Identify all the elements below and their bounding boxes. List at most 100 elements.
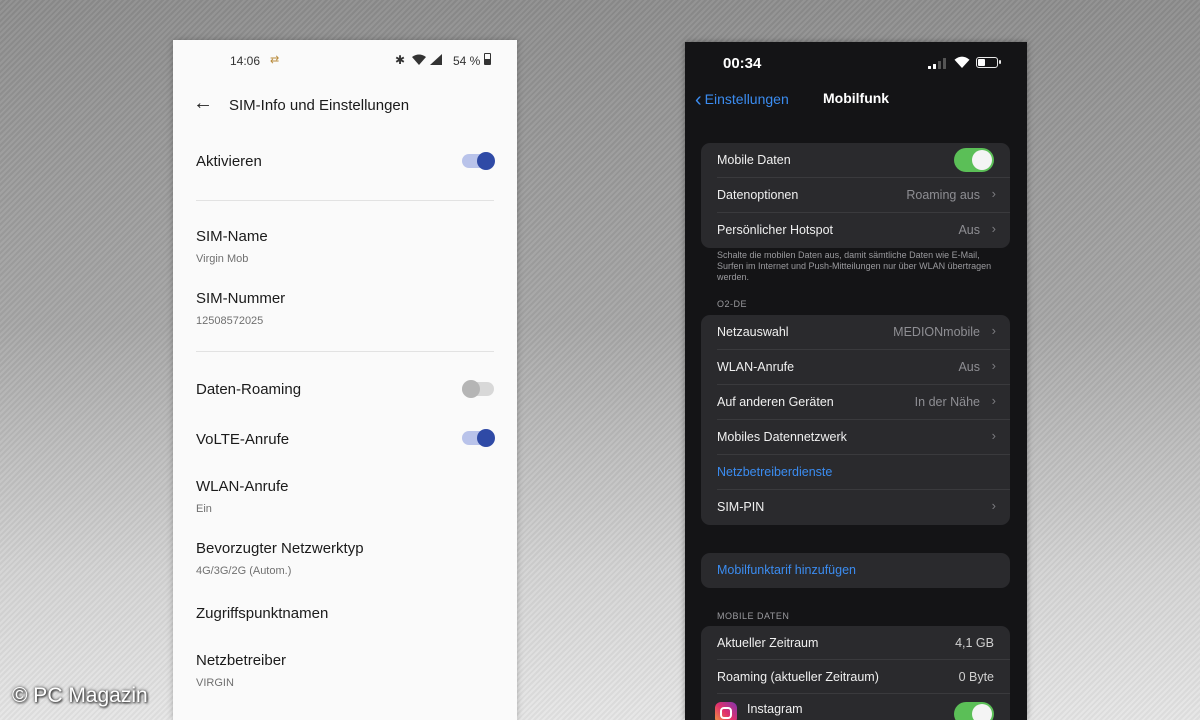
- chevron-right-icon: ›: [991, 358, 996, 373]
- status-time: 00:34: [723, 55, 762, 72]
- volte-row[interactable]: VoLTE-Anrufe: [196, 431, 496, 448]
- data-options-value: Roaming aus: [906, 188, 980, 202]
- switch-knob: [972, 704, 992, 720]
- current-period-row: Aktueller Zeitraum 4,1 GB: [717, 626, 1010, 660]
- roaming-period-value: 0 Byte: [958, 670, 994, 684]
- sim-number-row[interactable]: SIM-Nummer 12508572025: [196, 290, 496, 327]
- back-button[interactable]: ‹ Einstellungen: [695, 87, 789, 111]
- carrier-section-header: O2-DE: [717, 299, 748, 309]
- chevron-left-icon: ‹: [695, 89, 702, 111]
- data-settings-group: Mobile Daten Datenoptionen Roaming aus ›…: [701, 143, 1010, 248]
- add-plan-row[interactable]: Mobilfunktarif hinzufügen: [717, 553, 1010, 588]
- mobile-data-row: Mobile Daten: [717, 143, 1010, 178]
- carrier-row[interactable]: Netzbetreiber VIRGIN: [196, 652, 496, 689]
- network-type-value: 4G/3G/2G (Autom.): [196, 565, 292, 577]
- instagram-icon: [715, 702, 737, 720]
- roaming-period-label: Roaming (aktueller Zeitraum): [717, 670, 879, 684]
- carrier-label: Netzbetreiber: [196, 652, 287, 669]
- sim-number-value: 12508572025: [196, 315, 264, 327]
- network-selection-value: MEDIONmobile: [893, 325, 980, 339]
- other-devices-label: Auf anderen Geräten: [717, 395, 834, 409]
- other-devices-value: In der Nähe: [914, 395, 980, 409]
- network-type-row[interactable]: Bevorzugter Netzwerktyp 4G/3G/2G (Autom.…: [196, 540, 496, 577]
- watermark: © PC Magazin: [12, 684, 148, 707]
- signal-bars-icon: [928, 58, 946, 69]
- back-arrow-icon[interactable]: ←: [193, 92, 213, 115]
- sim-name-row[interactable]: SIM-Name Virgin Mob: [196, 228, 496, 265]
- back-label: Einstellungen: [704, 91, 789, 107]
- network-type-label: Bevorzugter Netzwerktyp: [196, 540, 364, 557]
- battery-percent: 54 %: [453, 54, 481, 68]
- current-period-value: 4,1 GB: [955, 636, 994, 650]
- toggle-knob: [477, 429, 495, 447]
- android-sim-settings-screen: 14:06 ⇄ ✱ 54 % ← SIM-Info und Einstellun…: [173, 40, 517, 720]
- battery-icon: [976, 57, 1001, 68]
- divider: [196, 351, 494, 352]
- wifi-icon: [412, 54, 426, 65]
- signal-icon: [430, 54, 442, 65]
- sim-pin-row[interactable]: SIM-PIN ›: [717, 490, 1010, 525]
- mobile-data-network-label: Mobiles Datennetzwerk: [717, 430, 847, 444]
- wlan-calls-label: WLAN-Anrufe: [196, 478, 289, 495]
- volte-toggle[interactable]: [462, 429, 495, 447]
- network-selection-row[interactable]: Netzauswahl MEDIONmobile ›: [717, 315, 1010, 350]
- wlan-calls-row[interactable]: WLAN-Anrufe Aus ›: [717, 350, 1010, 385]
- data-options-row[interactable]: Datenoptionen Roaming aus ›: [717, 178, 1010, 213]
- notification-icon: ⇄: [270, 54, 280, 66]
- data-roaming-row[interactable]: Daten-Roaming: [196, 381, 496, 398]
- sim-name-label: SIM-Name: [196, 228, 268, 245]
- chevron-right-icon: ›: [991, 393, 996, 408]
- hotspot-value: Aus: [958, 223, 980, 237]
- current-period-label: Aktueller Zeitraum: [717, 636, 819, 650]
- status-time: 14:06: [230, 54, 261, 68]
- divider: [196, 200, 494, 201]
- mobile-data-network-row[interactable]: Mobiles Datennetzwerk ›: [717, 420, 1010, 455]
- volte-label: VoLTE-Anrufe: [196, 431, 290, 448]
- activate-toggle[interactable]: [462, 152, 495, 170]
- chevron-right-icon: ›: [991, 498, 996, 513]
- add-plan-link[interactable]: Mobilfunktarif hinzufügen: [717, 563, 856, 577]
- network-selection-label: Netzauswahl: [717, 325, 789, 339]
- sim-pin-label: SIM-PIN: [717, 500, 765, 514]
- wlan-calls-label: WLAN-Anrufe: [717, 360, 795, 374]
- sim-number-label: SIM-Nummer: [196, 290, 286, 307]
- wlan-calls-value: Aus: [958, 360, 980, 374]
- instagram-data-switch[interactable]: [954, 702, 994, 720]
- instagram-row: Instagram: [715, 694, 1010, 720]
- page-title: Mobilfunk: [823, 90, 890, 106]
- mobile-data-switch[interactable]: [954, 148, 994, 172]
- data-roaming-label: Daten-Roaming: [196, 381, 302, 398]
- usage-group: Aktueller Zeitraum 4,1 GB Roaming (aktue…: [701, 626, 1010, 720]
- carrier-services-link[interactable]: Netzbetreiberdienste: [717, 465, 832, 479]
- instagram-label: Instagram: [747, 702, 803, 716]
- sim-name-value: Virgin Mob: [196, 253, 249, 265]
- carrier-group: Netzauswahl MEDIONmobile › WLAN-Anrufe A…: [701, 315, 1010, 525]
- apn-row[interactable]: Zugriffspunktnamen: [196, 605, 496, 622]
- chevron-right-icon: ›: [991, 186, 996, 201]
- hotspot-label: Persönlicher Hotspot: [717, 223, 834, 237]
- other-devices-row[interactable]: Auf anderen Geräten In der Nähe ›: [717, 385, 1010, 420]
- data-roaming-toggle[interactable]: [462, 380, 494, 398]
- activate-label: Aktivieren: [196, 153, 262, 170]
- carrier-services-row[interactable]: Netzbetreiberdienste: [717, 455, 1010, 490]
- wlan-calls-value: Ein: [196, 503, 212, 515]
- hotspot-row[interactable]: Persönlicher Hotspot Aus ›: [717, 213, 1010, 248]
- page-title: SIM-Info und Einstellungen: [229, 97, 410, 114]
- wifi-icon: [954, 56, 970, 68]
- bluetooth-icon: ✱: [395, 53, 406, 67]
- switch-knob: [972, 150, 992, 170]
- android-status-bar: 14:06 ⇄ ✱ 54 %: [173, 40, 517, 80]
- roaming-period-row: Roaming (aktueller Zeitraum) 0 Byte: [717, 660, 1010, 694]
- ios-cellular-settings-screen: 00:34 ‹ Einstellungen Mobilfunk Mobile Da…: [685, 42, 1027, 720]
- mobile-data-footnote: Schalte die mobilen Daten aus, damit säm…: [717, 250, 992, 282]
- app-bar: ← SIM-Info und Einstellungen: [173, 88, 517, 124]
- carrier-value: VIRGIN: [196, 677, 234, 689]
- toggle-knob: [477, 152, 495, 170]
- wlan-calls-row[interactable]: WLAN-Anrufe Ein: [196, 478, 496, 515]
- mobile-data-section-header: MOBILE DATEN: [717, 611, 790, 621]
- activate-row[interactable]: Aktivieren: [196, 153, 496, 170]
- chevron-right-icon: ›: [991, 323, 996, 338]
- toggle-knob: [462, 380, 480, 398]
- chevron-right-icon: ›: [991, 221, 996, 236]
- data-options-label: Datenoptionen: [717, 188, 799, 202]
